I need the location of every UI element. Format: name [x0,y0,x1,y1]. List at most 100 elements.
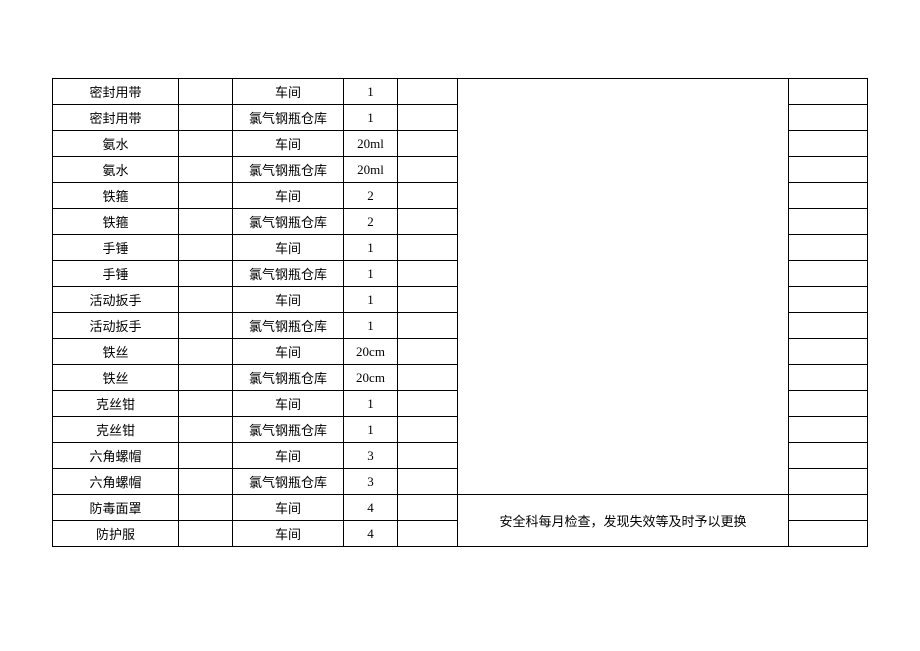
table-cell [789,105,868,131]
table-cell [789,495,868,521]
table-cell: 铁箍 [53,209,179,235]
table-cell: 2 [344,209,398,235]
table-cell: 氯气钢瓶仓库 [233,365,344,391]
table-cell [179,209,233,235]
table-cell [458,79,789,495]
table-cell: 铁箍 [53,183,179,209]
table-cell: 防护服 [53,521,179,547]
table-cell [789,235,868,261]
table-cell [179,521,233,547]
table-cell: 密封用带 [53,79,179,105]
table-cell: 活动扳手 [53,313,179,339]
table-row: 防毒面罩车间4安全科每月检查，发现失效等及时予以更换 [53,495,868,521]
table-cell: 1 [344,235,398,261]
table-cell: 1 [344,313,398,339]
table-cell [398,79,458,105]
table-cell [789,183,868,209]
table-cell: 氯气钢瓶仓库 [233,105,344,131]
table-cell [179,79,233,105]
table-cell [398,183,458,209]
table-cell [179,105,233,131]
table-cell: 氯气钢瓶仓库 [233,209,344,235]
table-cell: 六角螺帽 [53,469,179,495]
table-cell: 氨水 [53,157,179,183]
table-cell [179,235,233,261]
table-cell: 1 [344,105,398,131]
table-cell [179,261,233,287]
table-cell: 手锤 [53,235,179,261]
table-cell: 氯气钢瓶仓库 [233,417,344,443]
table-cell: 2 [344,183,398,209]
table-cell: 1 [344,391,398,417]
table-cell: 1 [344,287,398,313]
table-cell: 氯气钢瓶仓库 [233,313,344,339]
table-cell [789,131,868,157]
table-cell [789,79,868,105]
table-cell: 20cm [344,339,398,365]
table-cell: 20cm [344,365,398,391]
table-cell: 氯气钢瓶仓库 [233,157,344,183]
table-cell: 铁丝 [53,339,179,365]
table-cell [179,495,233,521]
table-cell [789,417,868,443]
table-cell: 1 [344,261,398,287]
table-cell [179,287,233,313]
table-cell: 车间 [233,79,344,105]
table-cell: 六角螺帽 [53,443,179,469]
table-cell [179,365,233,391]
table-cell: 手锤 [53,261,179,287]
table-cell: 氯气钢瓶仓库 [233,469,344,495]
table-cell [789,287,868,313]
table-cell [179,131,233,157]
table-cell [789,157,868,183]
table-cell [179,469,233,495]
table-cell [398,391,458,417]
note-cell: 安全科每月检查，发现失效等及时予以更换 [458,495,789,547]
table-cell: 密封用带 [53,105,179,131]
table-cell [789,443,868,469]
table-cell [398,131,458,157]
table-cell [398,313,458,339]
table-cell: 车间 [233,391,344,417]
table-cell [398,417,458,443]
table-cell: 20ml [344,131,398,157]
table-cell: 车间 [233,339,344,365]
table-cell: 车间 [233,183,344,209]
table-cell: 活动扳手 [53,287,179,313]
table-cell [398,443,458,469]
table-cell [789,339,868,365]
table-cell [179,157,233,183]
table-cell [179,339,233,365]
table-cell [398,261,458,287]
table-cell [789,469,868,495]
table-cell: 1 [344,79,398,105]
table-cell: 克丝钳 [53,391,179,417]
table-cell [398,495,458,521]
table-cell [179,391,233,417]
table-cell [398,365,458,391]
table-cell [179,183,233,209]
table-cell: 4 [344,495,398,521]
table-cell [789,261,868,287]
table-cell [398,209,458,235]
table-cell: 车间 [233,287,344,313]
table-cell: 车间 [233,235,344,261]
table-cell: 3 [344,469,398,495]
table-cell: 3 [344,443,398,469]
table-cell [179,417,233,443]
table-cell: 4 [344,521,398,547]
table-cell: 氨水 [53,131,179,157]
table-cell: 防毒面罩 [53,495,179,521]
table-cell: 20ml [344,157,398,183]
table-cell [179,313,233,339]
table-cell: 克丝钳 [53,417,179,443]
table-cell [398,157,458,183]
table-cell [398,105,458,131]
inventory-table: 密封用带车间1密封用带氯气钢瓶仓库1氨水车间20ml氨水氯气钢瓶仓库20ml铁箍… [52,78,868,547]
table-cell: 车间 [233,443,344,469]
table-cell [398,235,458,261]
table-cell [789,521,868,547]
table-cell [398,469,458,495]
table-cell: 铁丝 [53,365,179,391]
table-cell: 车间 [233,131,344,157]
